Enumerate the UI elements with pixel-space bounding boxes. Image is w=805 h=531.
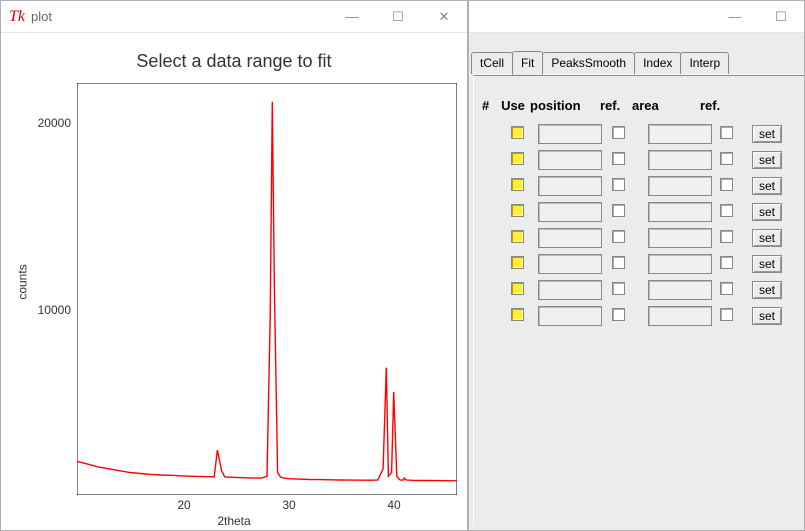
header-num: # [480, 98, 498, 113]
table-header-row: # Use position ref. area ref. [480, 94, 798, 121]
use-checkbox[interactable] [511, 230, 524, 243]
area-input[interactable] [648, 306, 712, 326]
maximize-button[interactable]: ☐ [375, 1, 421, 32]
plot-window: Tk plot — ☐ ✕ Select a data range to fit… [0, 0, 468, 531]
tab-interp[interactable]: Interp [680, 52, 729, 74]
y-tick-20000: 20000 [31, 116, 71, 130]
area-input[interactable] [648, 150, 712, 170]
position-input[interactable] [538, 254, 602, 274]
set-button[interactable]: set [752, 125, 782, 143]
header-set [726, 98, 766, 113]
table-row: set [480, 199, 798, 225]
x-tick-40: 40 [387, 498, 400, 512]
window-controls: — ☐ ✕ [329, 1, 467, 32]
minimize-button[interactable]: — [329, 1, 375, 32]
set-button[interactable]: set [752, 281, 782, 299]
area-input[interactable] [648, 254, 712, 274]
header-ref1: ref. [598, 98, 630, 113]
y-tick-10000: 10000 [31, 303, 71, 317]
position-input[interactable] [538, 306, 602, 326]
set-button[interactable]: set [752, 203, 782, 221]
header-ref2: ref. [698, 98, 726, 113]
panel-maximize-button[interactable]: ☐ [758, 1, 804, 32]
y-axis-label: counts [16, 264, 30, 299]
plot-body[interactable]: Select a data range to fit counts 2theta… [1, 33, 467, 530]
peak-table: # Use position ref. area ref. set set set s… [480, 94, 798, 329]
panel-minimize-button[interactable]: — [712, 1, 758, 32]
app-root: Tk plot — ☐ ✕ Select a data range to fit… [0, 0, 805, 531]
position-input[interactable] [538, 124, 602, 144]
ref-checkbox[interactable] [612, 308, 625, 321]
ref-checkbox[interactable] [720, 230, 733, 243]
close-button[interactable]: ✕ [421, 1, 467, 32]
use-checkbox[interactable] [511, 204, 524, 217]
header-position: position [528, 98, 598, 113]
position-input[interactable] [538, 280, 602, 300]
fit-tab-content: # Use position ref. area ref. set set set s… [473, 75, 804, 526]
table-row: set [480, 303, 798, 329]
ref-checkbox[interactable] [612, 152, 625, 165]
panel-titlebar[interactable]: — ☐ [469, 1, 804, 33]
panel-window: — ☐ tCellFitPeaksSmoothIndexInterp # Use… [468, 0, 805, 531]
chart-svg [77, 83, 457, 495]
tab-index[interactable]: Index [634, 52, 681, 74]
set-button[interactable]: set [752, 307, 782, 325]
use-checkbox[interactable] [511, 178, 524, 191]
table-row: set [480, 277, 798, 303]
position-input[interactable] [538, 150, 602, 170]
plot-titlebar[interactable]: Tk plot — ☐ ✕ [1, 1, 467, 33]
x-tick-20: 20 [177, 498, 190, 512]
set-button[interactable]: set [752, 255, 782, 273]
position-input[interactable] [538, 176, 602, 196]
use-checkbox[interactable] [511, 282, 524, 295]
set-button[interactable]: set [752, 177, 782, 195]
ref-checkbox[interactable] [720, 178, 733, 191]
tab-tcell[interactable]: tCell [471, 52, 513, 74]
use-checkbox[interactable] [511, 256, 524, 269]
use-checkbox[interactable] [511, 152, 524, 165]
area-input[interactable] [648, 176, 712, 196]
area-input[interactable] [648, 228, 712, 248]
area-input[interactable] [648, 124, 712, 144]
table-row: set [480, 121, 798, 147]
tabs: tCellFitPeaksSmoothIndexInterp [469, 49, 804, 75]
ref-checkbox[interactable] [612, 256, 625, 269]
tab-fit[interactable]: Fit [512, 51, 543, 75]
set-button[interactable]: set [752, 151, 782, 169]
ref-checkbox[interactable] [612, 178, 625, 191]
ref-checkbox[interactable] [612, 282, 625, 295]
ref-checkbox[interactable] [612, 126, 625, 139]
table-row: set [480, 225, 798, 251]
ref-checkbox[interactable] [720, 308, 733, 321]
ref-checkbox[interactable] [720, 204, 733, 217]
ref-checkbox[interactable] [720, 126, 733, 139]
table-row: set [480, 147, 798, 173]
position-input[interactable] [538, 228, 602, 248]
ref-checkbox[interactable] [720, 256, 733, 269]
ref-checkbox[interactable] [720, 152, 733, 165]
position-input[interactable] [538, 202, 602, 222]
ref-checkbox[interactable] [612, 204, 625, 217]
panel-window-controls: — ☐ [712, 1, 804, 32]
plot-window-title: plot [31, 9, 329, 24]
x-axis-label: 2theta [1, 514, 467, 528]
table-row: set [480, 251, 798, 277]
plot-title: Select a data range to fit [1, 51, 467, 72]
header-use: Use [498, 98, 528, 113]
x-tick-30: 30 [282, 498, 295, 512]
header-area: area [630, 98, 698, 113]
tk-icon: Tk [9, 8, 25, 26]
area-input[interactable] [648, 280, 712, 300]
data-line [77, 102, 457, 481]
table-row: set [480, 173, 798, 199]
area-input[interactable] [648, 202, 712, 222]
tab-peaks[interactable]: PeaksSmooth [542, 52, 635, 74]
ref-checkbox[interactable] [612, 230, 625, 243]
use-checkbox[interactable] [511, 308, 524, 321]
ref-checkbox[interactable] [720, 282, 733, 295]
use-checkbox[interactable] [511, 126, 524, 139]
set-button[interactable]: set [752, 229, 782, 247]
